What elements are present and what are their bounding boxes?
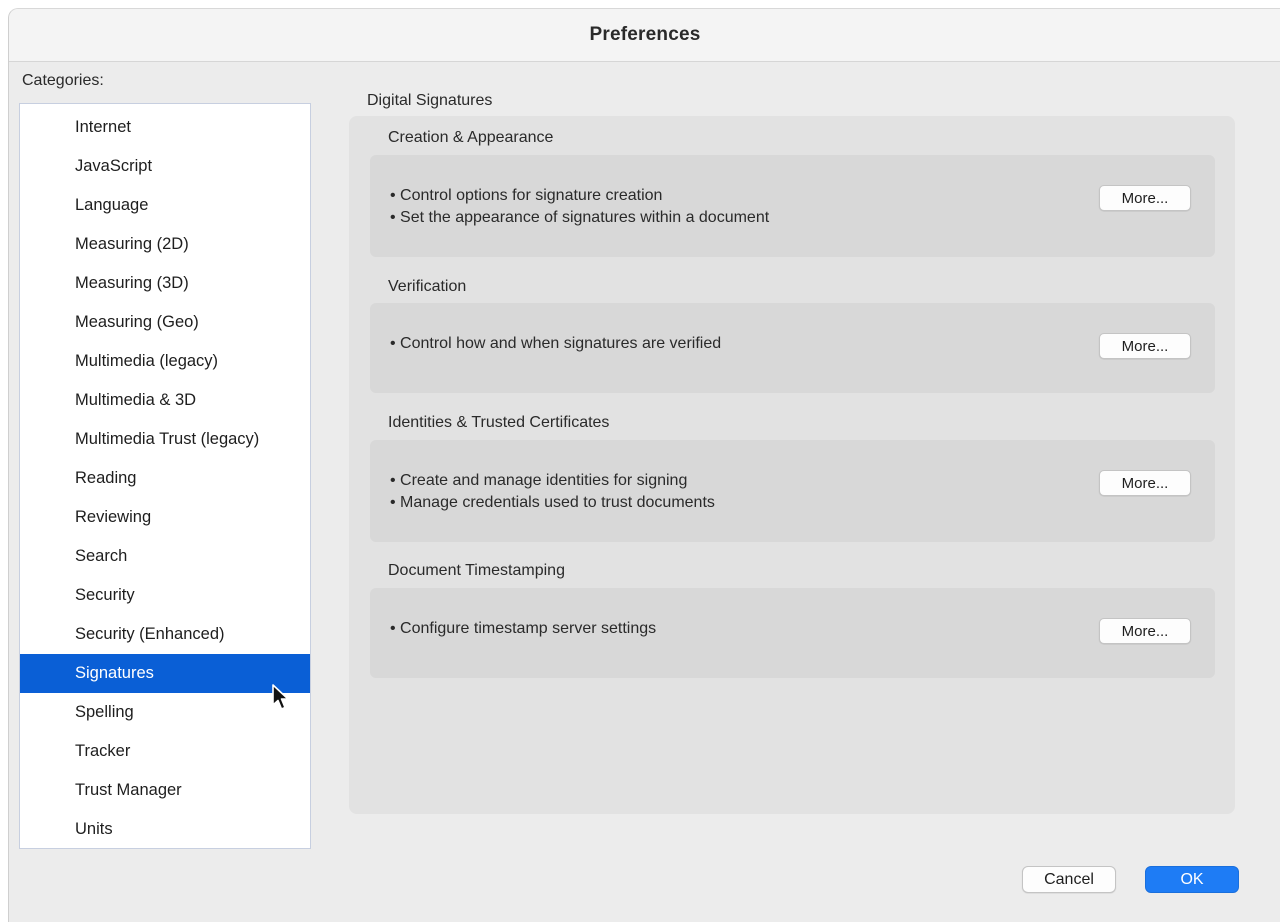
category-item-search[interactable]: Search <box>20 537 310 576</box>
category-item-trust-manager[interactable]: Trust Manager <box>20 771 310 810</box>
verification-more-button[interactable]: More... <box>1099 333 1191 359</box>
categories-label: Categories: <box>22 72 104 89</box>
category-item-multimedia-trust-legacy[interactable]: Multimedia Trust (legacy) <box>20 420 310 459</box>
group-line: • Control options for signature creation <box>390 187 663 204</box>
category-item-language[interactable]: Language <box>20 186 310 225</box>
category-item-measuring-3d[interactable]: Measuring (3D) <box>20 264 310 303</box>
category-item-measuring-geo[interactable]: Measuring (Geo) <box>20 303 310 342</box>
category-list[interactable]: Internet JavaScript Language Measuring (… <box>19 103 311 849</box>
group-box-identities-certificates: • Create and manage identities for signi… <box>370 440 1215 542</box>
category-item-internet[interactable]: Internet <box>20 108 310 147</box>
category-item-reading[interactable]: Reading <box>20 459 310 498</box>
group-line: • Create and manage identities for signi… <box>390 472 688 489</box>
group-title-document-timestamping: Document Timestamping <box>388 562 565 579</box>
group-line: • Set the appearance of signatures withi… <box>390 209 770 226</box>
category-item-units[interactable]: Units <box>20 810 310 849</box>
group-title-identities-certificates: Identities & Trusted Certificates <box>388 414 610 431</box>
group-line: • Manage credentials used to trust docum… <box>390 494 715 511</box>
category-item-tracker[interactable]: Tracker <box>20 732 310 771</box>
category-item-signatures[interactable]: Signatures <box>20 654 310 693</box>
identities-certificates-more-button[interactable]: More... <box>1099 470 1191 496</box>
group-box-document-timestamping: • Configure timestamp server settings Mo… <box>370 588 1215 678</box>
creation-appearance-more-button[interactable]: More... <box>1099 185 1191 211</box>
group-box-creation-appearance: • Control options for signature creation… <box>370 155 1215 257</box>
window-title: Preferences <box>589 24 701 45</box>
section-title: Digital Signatures <box>367 92 493 109</box>
ok-button[interactable]: OK <box>1145 866 1239 893</box>
category-item-security[interactable]: Security <box>20 576 310 615</box>
category-item-spelling[interactable]: Spelling <box>20 693 310 732</box>
category-item-security-enhanced[interactable]: Security (Enhanced) <box>20 615 310 654</box>
title-bar[interactable]: Preferences <box>9 9 1280 62</box>
group-title-verification: Verification <box>388 278 467 295</box>
cancel-button[interactable]: Cancel <box>1022 866 1116 893</box>
group-title-creation-appearance: Creation & Appearance <box>388 129 554 146</box>
group-box-verification: • Control how and when signatures are ve… <box>370 303 1215 393</box>
category-item-reviewing[interactable]: Reviewing <box>20 498 310 537</box>
category-item-multimedia-3d[interactable]: Multimedia & 3D <box>20 381 310 420</box>
mouse-pointer-icon <box>272 684 289 710</box>
category-item-javascript[interactable]: JavaScript <box>20 147 310 186</box>
group-line: • Configure timestamp server settings <box>390 620 657 637</box>
category-item-multimedia-legacy[interactable]: Multimedia (legacy) <box>20 342 310 381</box>
group-line: • Control how and when signatures are ve… <box>390 335 722 352</box>
document-timestamping-more-button[interactable]: More... <box>1099 618 1191 644</box>
category-item-measuring-2d[interactable]: Measuring (2D) <box>20 225 310 264</box>
